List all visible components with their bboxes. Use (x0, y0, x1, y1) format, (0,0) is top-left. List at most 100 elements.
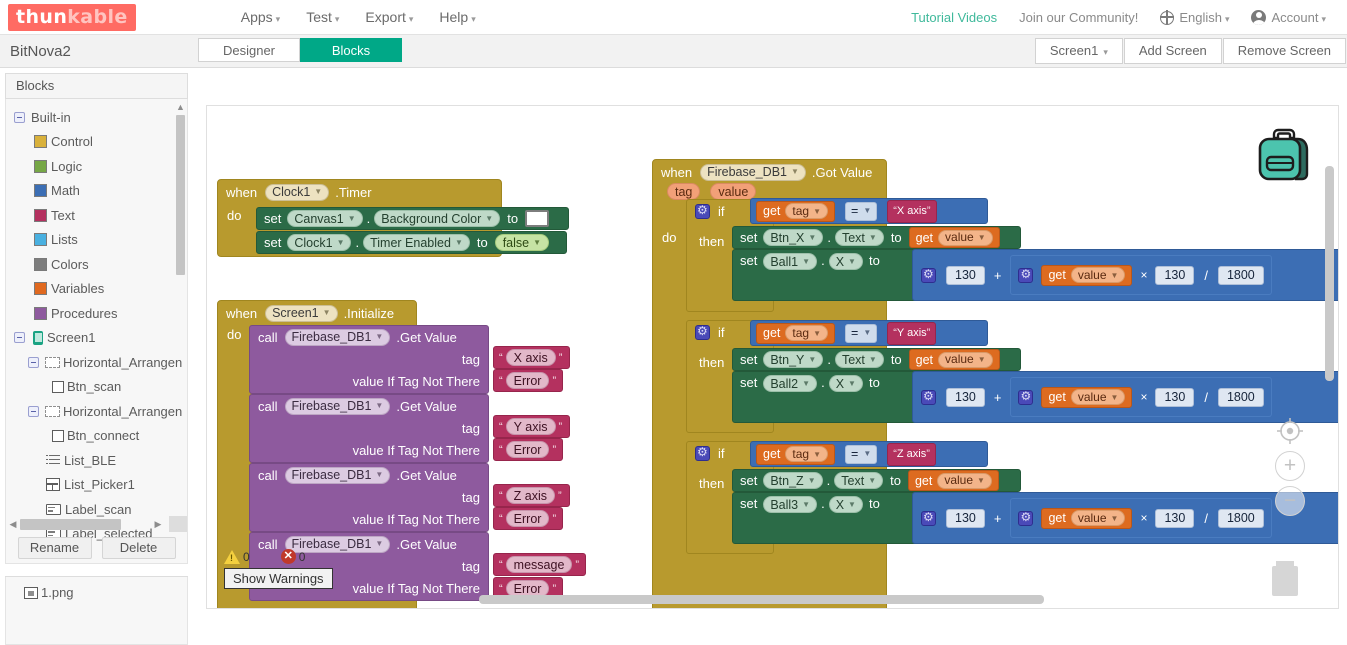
text-field-error[interactable]: Error (505, 510, 550, 527)
block-get-value[interactable]: get value ▼ (907, 470, 999, 491)
text-property-dropdown[interactable]: Text ▼ (834, 229, 884, 246)
sidebar-item-colors[interactable]: Colors (6, 252, 187, 277)
screen1-component-dropdown[interactable]: Screen1 ▼ (265, 304, 338, 322)
mutator-gear-icon[interactable] (921, 510, 936, 526)
trash-icon[interactable] (1272, 561, 1298, 596)
block-call-firebase-get-value-z[interactable]: call Firebase_DB1 ▼ .Get Value tag value … (249, 463, 489, 532)
tree-node-screen1[interactable]: Screen1 (6, 326, 187, 351)
text-field-y-axis[interactable]: Y axis (897, 327, 927, 339)
menu-apps[interactable]: Apps ▾ (228, 5, 293, 29)
block-math-divide-ball3[interactable]: get value▼ × 130 / 1800 (1010, 498, 1272, 538)
collapse-toggle-icon[interactable] (14, 332, 25, 344)
zoom-in-button[interactable]: + (1275, 451, 1305, 481)
firebase-component-dropdown[interactable]: Firebase_DB1 ▼ (284, 397, 391, 415)
zoom-out-button[interactable]: − (1275, 486, 1305, 516)
block-math-add-ball1[interactable]: 130 + get value▼ × 130 / 1800 (912, 249, 1338, 301)
value-variable-dropdown[interactable]: value ▼ (1070, 389, 1126, 405)
rename-button[interactable]: Rename (17, 537, 92, 559)
backpack-icon[interactable] (1248, 121, 1320, 196)
number-130-base[interactable]: 130 (946, 508, 985, 528)
canvas1-component-dropdown[interactable]: Canvas1 ▼ (287, 210, 363, 227)
value-variable-dropdown[interactable]: value ▼ (1070, 510, 1126, 526)
menu-help[interactable]: Help ▾ (426, 5, 488, 29)
param-tag[interactable]: tag (667, 183, 701, 200)
text-field-x-axis[interactable]: X axis (897, 205, 927, 217)
x-property-dropdown[interactable]: X ▼ (828, 375, 863, 392)
tag-variable-dropdown[interactable]: tag ▼ (785, 203, 828, 219)
sidebar-item-variables[interactable]: Variables (6, 277, 187, 302)
ball1-component-dropdown[interactable]: Ball1 ▼ (763, 253, 818, 270)
sidebar-item-logic[interactable]: Logic (6, 154, 187, 179)
block-set-clock1-timer-enabled[interactable]: set Clock1 ▼ . Timer Enabled ▼ to false ▼ (256, 231, 567, 254)
ball3-component-dropdown[interactable]: Ball3 ▼ (763, 496, 818, 513)
x-property-dropdown[interactable]: X ▼ (828, 496, 863, 513)
text-block-z-axis-compare[interactable]: “Z axis” (887, 442, 936, 466)
tag-variable-dropdown[interactable]: tag ▼ (785, 446, 828, 462)
tree-scroll-right-arrow[interactable]: ▶ (151, 519, 165, 530)
blocks-canvas[interactable]: when Clock1 ▼ .Timer do set Canvas1 ▼ . Ba… (206, 105, 1339, 609)
mutator-gear-icon[interactable] (1018, 510, 1034, 526)
text-block-y-axis[interactable]: “Y axis” (493, 415, 570, 438)
add-screen-button[interactable]: Add Screen (1123, 38, 1222, 64)
block-get-tag[interactable]: get tag ▼ (756, 322, 835, 344)
menu-test[interactable]: Test ▾ (293, 5, 352, 29)
mutator-gear-icon[interactable] (921, 267, 936, 283)
text-field-error[interactable]: Error (505, 372, 550, 389)
text-field-x-axis[interactable]: X axis (505, 349, 556, 366)
text-block-error-3[interactable]: “Error” (493, 507, 563, 530)
firebase-component-dropdown[interactable]: Firebase_DB1 ▼ (284, 328, 391, 346)
sidebar-item-control[interactable]: Control (6, 130, 187, 155)
btn-z-component-dropdown[interactable]: Btn_Z ▼ (763, 472, 823, 489)
logic-false-block[interactable]: false ▼ (494, 234, 550, 251)
collapse-toggle-icon[interactable] (28, 356, 39, 368)
tree-node-builtin[interactable]: Built-in (6, 105, 187, 130)
language-selector[interactable]: English ▾ (1149, 6, 1240, 29)
text-block-x-axis-compare[interactable]: “X axis” (887, 199, 937, 223)
text-field-z-axis[interactable]: Z axis (897, 448, 926, 460)
number-1800-divisor[interactable]: 1800 (1217, 265, 1264, 285)
block-set-canvas1-background-color[interactable]: set Canvas1 ▼ . Background Color ▼ to (256, 207, 569, 230)
block-get-value[interactable]: get value ▼ (1041, 264, 1133, 286)
sidebar-item-btn-scan[interactable]: Btn_scan (6, 375, 187, 400)
block-set-ball3-x[interactable]: set Ball3 ▼ . X ▼ to (732, 492, 918, 544)
media-item[interactable]: 1.png (6, 577, 187, 600)
clock1-component-dropdown[interactable]: Clock1 ▼ (265, 183, 330, 201)
block-call-firebase-get-value-x[interactable]: call Firebase_DB1 ▼ .Get Value tag value … (249, 325, 489, 394)
sidebar-item-list-ble[interactable]: List_BLE (6, 448, 187, 473)
block-compare-tag-y-axis[interactable]: get tag ▼ = ▼ “Y axis” (750, 320, 988, 346)
text-block-z-axis[interactable]: “Z axis” (493, 484, 570, 507)
show-warnings-button[interactable]: Show Warnings (224, 568, 333, 589)
tab-designer[interactable]: Designer (198, 38, 300, 62)
tree-scroll-left-arrow[interactable]: ◀ (6, 519, 20, 530)
sidebar-item-horizontal-arrangement-1[interactable]: Horizontal_Arrangen (6, 350, 187, 375)
param-value[interactable]: value (710, 183, 757, 200)
tutorial-videos-link[interactable]: Tutorial Videos (900, 6, 1008, 29)
sidebar-item-list-picker1[interactable]: List_Picker1 (6, 473, 187, 498)
block-compare-tag-z-axis[interactable]: get tag ▼ = ▼ “Z axis” (750, 441, 988, 467)
block-get-value[interactable]: get value ▼ (908, 227, 1000, 248)
text-property-dropdown[interactable]: Text ▼ (834, 472, 884, 489)
number-130-base[interactable]: 130 (946, 387, 985, 407)
block-get-value[interactable]: get value ▼ (1041, 386, 1133, 408)
comparison-operator-dropdown[interactable]: = ▼ (845, 323, 878, 343)
block-set-btn-y-text[interactable]: set Btn_Y ▼ . Text ▼ to get value ▼ (732, 348, 1021, 371)
comparison-operator-dropdown[interactable]: = ▼ (845, 201, 878, 221)
value-variable-dropdown[interactable]: value ▼ (938, 351, 993, 368)
value-variable-dropdown[interactable]: value ▼ (1070, 267, 1126, 283)
block-when-clock1-timer[interactable]: when Clock1 ▼ .Timer do set Canvas1 ▼ . Ba… (217, 179, 569, 257)
sidebar-item-btn-connect[interactable]: Btn_connect (6, 424, 187, 449)
block-math-divide-ball1[interactable]: get value▼ × 130 / 1800 (1010, 255, 1272, 295)
thunkable-logo[interactable]: thunkable (8, 3, 136, 31)
center-icon[interactable] (1275, 416, 1305, 446)
number-1800-divisor[interactable]: 1800 (1217, 387, 1264, 407)
tab-blocks[interactable]: Blocks (300, 38, 402, 62)
firebase-component-dropdown[interactable]: Firebase_DB1 ▼ (700, 163, 806, 181)
account-menu[interactable]: Account ▾ (1240, 6, 1337, 29)
block-call-firebase-get-value-y[interactable]: call Firebase_DB1 ▼ .Get Value tag value … (249, 394, 489, 463)
number-130-factor[interactable]: 130 (1155, 265, 1195, 285)
tree-scroll-up-arrow[interactable]: ▲ (175, 102, 186, 113)
mutator-gear-icon[interactable] (695, 445, 710, 461)
number-130-factor[interactable]: 130 (1155, 387, 1195, 407)
block-set-btn-z-text[interactable]: set Btn_Z ▼ . Text ▼ to get value ▼ (732, 469, 1021, 492)
block-set-ball1-x[interactable]: set Ball1 ▼ . X ▼ to (732, 249, 918, 301)
